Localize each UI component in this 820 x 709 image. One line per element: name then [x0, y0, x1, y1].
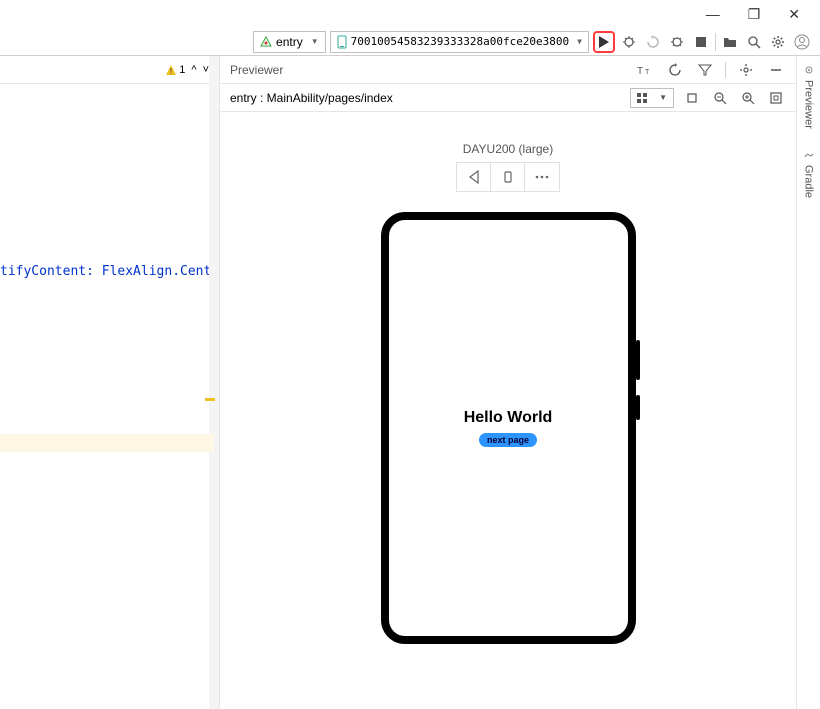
divider [725, 62, 726, 78]
chevron-down-icon: ▼ [577, 37, 582, 46]
crop-icon[interactable] [682, 88, 702, 108]
gear-icon[interactable] [736, 60, 756, 80]
zoom-in-icon[interactable] [738, 88, 758, 108]
previewer-title: Previewer [230, 63, 283, 77]
right-sidebar: Previewer Gradle [796, 56, 820, 709]
editor-code-area[interactable]: tifyContent: FlexAlign.Center [0, 84, 219, 279]
filter-icon[interactable] [695, 60, 715, 80]
device-controls [456, 162, 560, 192]
preview-canvas: DAYU200 (large) Hello World next page [220, 112, 796, 709]
tab-gradle[interactable]: Gradle [803, 149, 815, 198]
warning-badge[interactable]: ! 1 [165, 64, 185, 76]
code-line: tifyContent: FlexAlign.Center [0, 264, 219, 279]
chevron-down-icon[interactable]: ▼ [653, 89, 673, 107]
stop-icon[interactable] [691, 32, 711, 52]
phone-frame: Hello World next page [381, 212, 636, 644]
grid-view-icon[interactable] [631, 89, 653, 107]
svg-text:!: ! [170, 67, 172, 76]
maximize-button[interactable]: ❐ [748, 6, 761, 23]
phone-icon [337, 35, 347, 49]
warning-count: 1 [179, 64, 185, 76]
device-select[interactable]: 70010054583239333328a00fce20e3800 ▼ [330, 31, 589, 53]
svg-text:T: T [645, 69, 650, 76]
gutter-warning-mark [205, 398, 215, 401]
folder-icon[interactable] [720, 32, 740, 52]
window-controls: — ❐ ✕ [706, 0, 820, 28]
zoom-out-icon[interactable] [710, 88, 730, 108]
back-icon[interactable] [457, 163, 491, 191]
phone-screen[interactable]: Hello World next page [389, 220, 628, 636]
rotate-icon[interactable] [491, 163, 525, 191]
view-mode-selector[interactable]: ▼ [630, 88, 674, 108]
minimize-panel-icon[interactable] [766, 60, 786, 80]
breadcrumb: entry : MainAbility/pages/index [230, 91, 393, 105]
toolbar-divider [715, 33, 716, 51]
font-size-icon[interactable]: TT [635, 60, 655, 80]
editor-scrollbar-gutter[interactable] [209, 56, 219, 709]
editor-pane: ! 1 ^ ˅ tifyContent: FlexAlign.Center [0, 56, 220, 709]
breadcrumb-bar: entry : MainAbility/pages/index ▼ [220, 84, 796, 112]
gear-icon[interactable] [768, 32, 788, 52]
device-name-label: DAYU200 (large) [463, 142, 553, 156]
top-toolbar: entry ▼ 70010054583239333328a00fce20e380… [0, 28, 820, 56]
module-label: entry [276, 35, 303, 49]
overflow-icon[interactable] [525, 163, 559, 191]
module-icon [260, 36, 272, 48]
refresh-icon[interactable] [665, 60, 685, 80]
debug-icon[interactable] [619, 32, 639, 52]
editor-status-bar: ! 1 ^ ˅ [0, 56, 219, 84]
fit-screen-icon[interactable] [766, 88, 786, 108]
profiler-icon[interactable] [643, 32, 663, 52]
device-id-label: 70010054583239333328a00fce20e3800 [351, 35, 570, 48]
previewer-header: Previewer TT [220, 56, 796, 84]
attach-debugger-icon[interactable] [667, 32, 687, 52]
previewer-pane: Previewer TT entry : MainAbility/pages/i… [220, 56, 796, 709]
hello-world-text: Hello World [464, 409, 553, 427]
editor-highlight-line [0, 434, 214, 452]
nav-up-icon[interactable]: ^ [191, 64, 196, 76]
run-button[interactable] [593, 31, 615, 53]
module-select[interactable]: entry ▼ [253, 31, 326, 53]
tab-previewer[interactable]: Previewer [803, 64, 815, 129]
next-page-button[interactable]: next page [479, 433, 537, 447]
minimize-button[interactable]: — [706, 6, 720, 22]
svg-text:T: T [637, 66, 643, 76]
avatar-icon[interactable] [792, 32, 812, 52]
chevron-down-icon: ▼ [311, 37, 319, 46]
search-icon[interactable] [744, 32, 764, 52]
close-button[interactable]: ✕ [788, 6, 800, 23]
